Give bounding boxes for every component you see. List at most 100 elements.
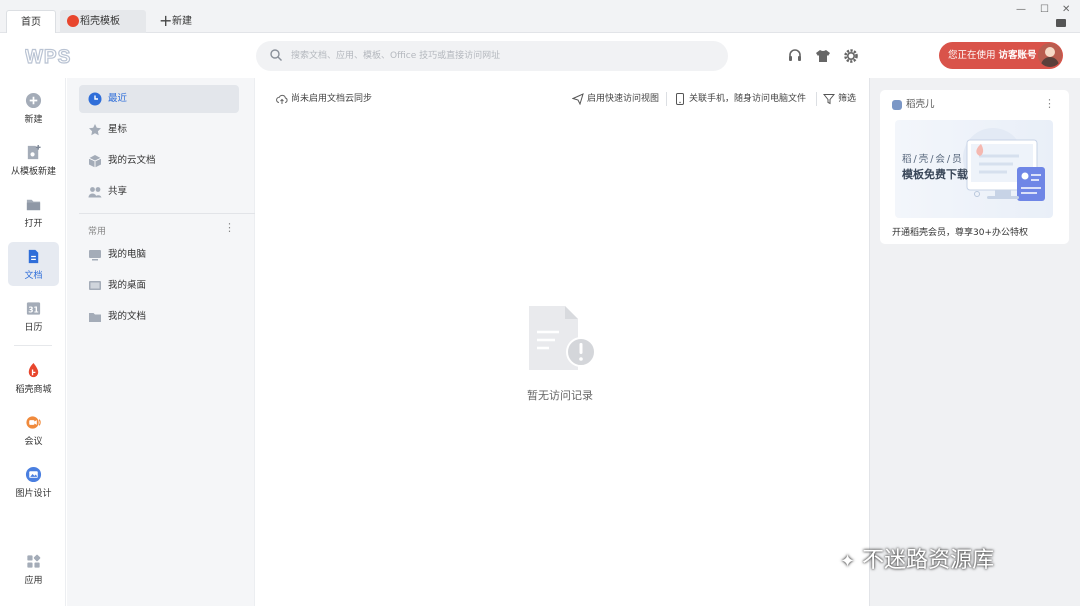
calendar-day: 31 xyxy=(28,305,39,314)
cloud-doc-icon xyxy=(88,155,102,168)
rail-label: 文档 xyxy=(24,271,43,281)
nav-my-desktop[interactable]: 我的桌面 xyxy=(79,272,239,300)
rail-documents[interactable]: 文档 xyxy=(8,242,59,286)
nav-label: 我的桌面 xyxy=(108,280,147,291)
meeting-icon xyxy=(26,416,41,429)
gear-icon[interactable] xyxy=(843,48,859,64)
send-icon xyxy=(572,93,584,105)
wps-logo: WPS xyxy=(24,46,85,68)
headset-icon[interactable] xyxy=(787,48,803,64)
watermark: ✦ 不迷路资源库 xyxy=(840,542,994,574)
banner-line1: 稻/壳/会/员 xyxy=(902,154,964,165)
computer-icon xyxy=(89,250,101,261)
maximize-button[interactable]: ☐ xyxy=(1040,4,1049,15)
folder-icon xyxy=(26,199,41,211)
nav-shared[interactable]: 共享 xyxy=(79,178,239,206)
rail-label: 图片设计 xyxy=(15,489,52,499)
nav-label: 共享 xyxy=(108,186,128,197)
nav-cloud-docs[interactable]: 我的云文档 xyxy=(79,147,239,175)
star-icon xyxy=(89,124,101,136)
tab-label: 首页 xyxy=(21,17,41,28)
rail-label: 日历 xyxy=(24,323,43,333)
new-tab-button[interactable]: + 新建 xyxy=(156,10,216,33)
nav-recent[interactable]: 最近 xyxy=(79,85,239,113)
rail-label: 应用 xyxy=(24,576,43,586)
quick-access-view-button[interactable]: 启用快速访问视图 xyxy=(572,92,659,106)
nav-starred[interactable]: 星标 xyxy=(79,116,239,144)
avatar[interactable] xyxy=(1038,43,1062,67)
plus-circle-icon xyxy=(25,92,42,109)
cloud-upload-icon xyxy=(276,94,288,104)
empty-document-icon xyxy=(529,306,596,370)
rail-new[interactable]: 新建 xyxy=(8,86,59,130)
image-design-icon xyxy=(25,466,42,483)
folder-icon xyxy=(89,313,101,322)
tab-label: 新建 xyxy=(172,16,192,27)
nav-label: 我的云文档 xyxy=(108,155,156,166)
tab-home[interactable]: 首页 xyxy=(6,10,56,33)
nav-label: 星标 xyxy=(108,124,128,135)
docer-icon xyxy=(67,15,79,27)
rail-image-design[interactable]: 图片设计 xyxy=(8,460,59,504)
phone-icon xyxy=(676,93,684,105)
search-placeholder: 搜索文档、应用、模板、Office 技巧或直接访问网址 xyxy=(291,51,501,61)
rail-divider xyxy=(14,345,52,346)
nav-my-documents[interactable]: 我的文档 xyxy=(79,303,239,331)
desktop-icon xyxy=(89,281,101,290)
nav-label: 最近 xyxy=(108,93,128,104)
template-icon xyxy=(27,144,41,160)
people-icon xyxy=(88,187,102,198)
nav-panel: 最近 星标 我的云文档 共享 xyxy=(67,78,255,606)
quick-view-label: 启用快速访问视图 xyxy=(587,94,660,104)
close-button[interactable]: ✕ xyxy=(1062,4,1070,15)
rail-calendar[interactable]: 31 日历 xyxy=(8,294,59,338)
cloud-sync-status[interactable]: 尚未启用文档云同步 xyxy=(276,92,372,106)
section-more-icon[interactable]: ⋮ xyxy=(224,222,235,234)
tab-label: 稻壳模板 xyxy=(80,16,120,27)
search-bar[interactable]: 搜索文档、应用、模板、Office 技巧或直接访问网址 xyxy=(256,41,728,71)
plus-icon: + xyxy=(159,11,173,30)
apps-icon xyxy=(27,554,41,568)
calendar-icon: 31 xyxy=(26,302,41,315)
skin-shirt-icon[interactable] xyxy=(815,48,831,64)
nav-label: 我的文档 xyxy=(108,311,147,322)
filter-button[interactable]: 筛选 xyxy=(823,92,856,106)
rail-label: 新建 xyxy=(24,115,43,125)
banner-line2: 模板免费下载 xyxy=(902,168,968,181)
empty-state-text: 暂无访问记录 xyxy=(527,389,593,402)
rail-apps[interactable]: 应用 xyxy=(8,547,59,591)
skin-icon[interactable] xyxy=(1056,19,1066,27)
watermark-text: 不迷路资源库 xyxy=(862,548,995,573)
rail-docer-store[interactable]: 稻壳商城 xyxy=(8,356,59,400)
account-name: 访客账号 xyxy=(998,50,1037,61)
minimize-button[interactable]: — xyxy=(1016,4,1026,15)
rail-label: 打开 xyxy=(24,219,43,229)
tab-docer-template[interactable]: 稻壳模板 xyxy=(60,10,146,33)
card-more-icon[interactable]: ⋮ xyxy=(1044,97,1055,110)
document-icon xyxy=(28,249,39,264)
search-icon xyxy=(270,49,282,61)
rail-from-template[interactable]: 从模板新建 xyxy=(8,138,59,182)
rail-meeting[interactable]: 会议 xyxy=(8,408,59,452)
logo-text: WPS xyxy=(25,47,71,68)
nav-my-computer[interactable]: 我的电脑 xyxy=(79,241,239,269)
nav-divider xyxy=(79,213,255,214)
filter-icon xyxy=(823,94,835,105)
card-description: 开通稻壳会员，尊享30+办公特权 xyxy=(892,228,1028,238)
nav-label: 我的电脑 xyxy=(108,249,147,260)
rail-label: 稻壳商城 xyxy=(15,385,52,395)
rail-label: 从模板新建 xyxy=(10,167,56,177)
sync-status-text: 尚未启用文档云同步 xyxy=(291,94,373,104)
account-prefix: 您正在使用 xyxy=(948,50,996,61)
toolbar-divider xyxy=(666,92,667,106)
card-title: 稻壳儿 xyxy=(892,98,935,112)
docer-icon xyxy=(28,362,39,378)
wechat-icon: ✦ xyxy=(840,551,856,572)
clock-icon xyxy=(88,92,102,106)
rail-label: 会议 xyxy=(24,437,43,447)
toolbar-divider xyxy=(816,92,817,106)
link-phone-button[interactable]: 关联手机，随身访问电脑文件 xyxy=(674,92,806,106)
section-label-common: 常用 xyxy=(88,227,107,237)
rail-open[interactable]: 打开 xyxy=(8,190,59,234)
link-phone-label: 关联手机，随身访问电脑文件 xyxy=(689,94,807,104)
